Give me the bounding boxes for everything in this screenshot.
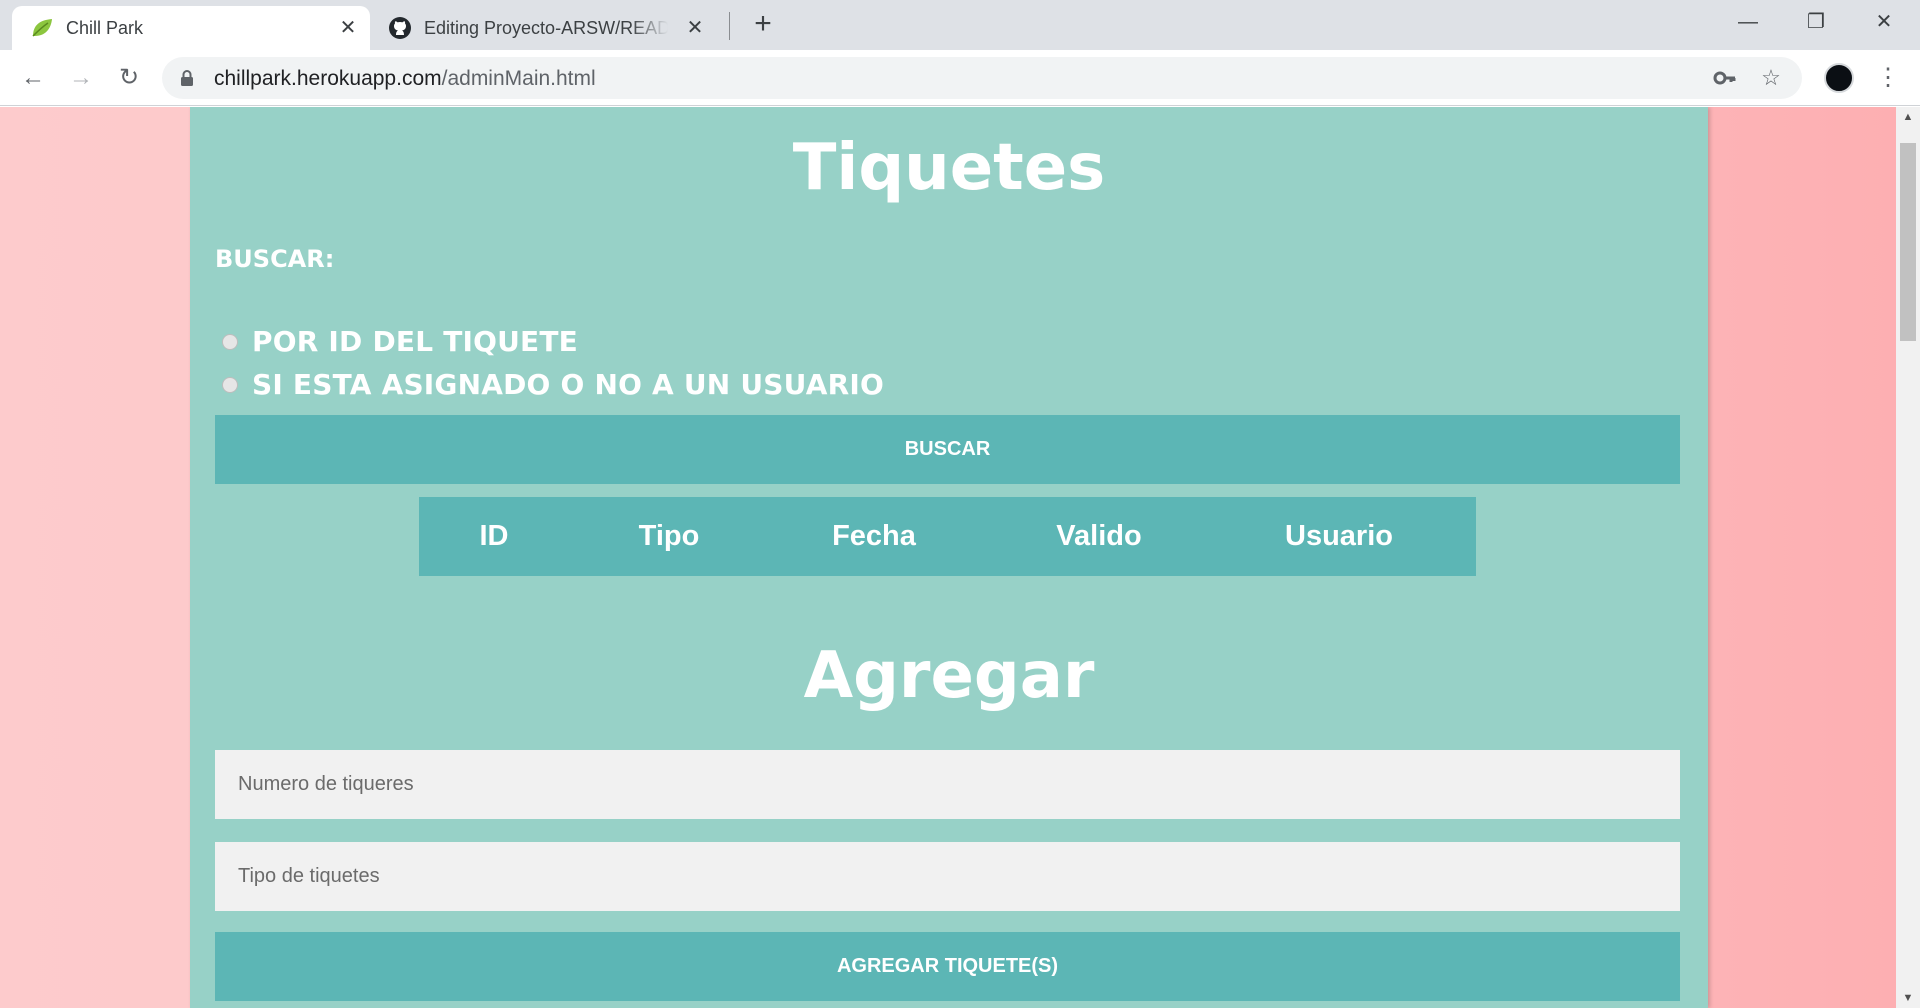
tab-strip: Chill Park ✕ Editing Proyecto-ARSW/READM… [0, 0, 1920, 50]
browser-toolbar: ← → ↻ chillpark.herokuapp.com/adminMain.… [0, 50, 1920, 106]
add-title: Agregar [803, 639, 1095, 713]
ticket-count-input[interactable] [215, 750, 1680, 819]
close-tab-icon[interactable]: ✕ [338, 18, 358, 38]
url-text: chillpark.herokuapp.com/adminMain.html [214, 67, 596, 91]
url-host: chillpark.herokuapp.com [214, 67, 442, 90]
radio-button[interactable] [222, 333, 238, 350]
minimize-icon[interactable]: — [1718, 4, 1778, 40]
scroll-down-arrow-icon[interactable]: ▼ [1902, 992, 1914, 1004]
new-tab-button[interactable]: + [748, 9, 778, 40]
tab-title: Chill Park [66, 18, 144, 38]
page-viewport: Tiquetes BUSCAR: POR ID DEL TIQUETE SI E… [0, 107, 1896, 1008]
column-header-valido: Valido [1056, 520, 1142, 552]
ticket-type-input[interactable] [215, 842, 1680, 911]
tab-github-readme[interactable]: Editing Proyecto-ARSW/README.md ✕ [380, 6, 720, 50]
column-header-usuario: Usuario [1285, 520, 1393, 552]
leaf-icon [32, 19, 52, 37]
tickets-table-header: ID Tipo Fecha Valido Usuario [419, 497, 1476, 576]
close-window-icon[interactable]: ✕ [1854, 4, 1914, 40]
column-header-tipo: Tipo [638, 520, 700, 552]
scroll-up-arrow-icon[interactable]: ▲ [1902, 111, 1914, 123]
scrollbar-thumb[interactable] [1900, 143, 1916, 341]
address-bar[interactable]: chillpark.herokuapp.com/adminMain.html ☆ [162, 57, 1802, 99]
menu-dots-icon[interactable]: ⋮ [1876, 62, 1900, 94]
github-icon [389, 17, 411, 39]
back-arrow-icon[interactable]: ← [16, 61, 50, 95]
forward-arrow-icon[interactable]: → [64, 61, 98, 95]
restore-icon[interactable]: ❐ [1786, 4, 1846, 40]
bookmark-star-icon[interactable]: ☆ [1758, 65, 1784, 91]
key-icon[interactable] [1712, 65, 1738, 91]
profile-avatar[interactable] [1824, 63, 1854, 93]
reload-icon[interactable]: ↻ [112, 61, 146, 95]
tickets-title: Tiquetes [792, 131, 1106, 205]
radio-button[interactable] [222, 376, 238, 393]
search-button[interactable]: BUSCAR [215, 415, 1680, 484]
tab-title: Editing Proyecto-ARSW/README.md [424, 18, 668, 38]
tab-chill-park[interactable]: Chill Park ✕ [12, 6, 370, 50]
admin-panel: Tiquetes BUSCAR: POR ID DEL TIQUETE SI E… [190, 107, 1708, 1008]
radio-option-by-user[interactable]: SI ESTA ASIGNADO O NO A UN USUARIO [222, 368, 884, 401]
lock-icon [181, 70, 193, 86]
column-header-fecha: Fecha [832, 520, 916, 552]
tab-divider [729, 12, 730, 40]
column-header-id: ID [479, 520, 509, 552]
page-scrollbar[interactable]: ▲ ▼ [1896, 107, 1920, 1008]
radio-label: POR ID DEL TIQUETE [252, 325, 579, 358]
search-label: BUSCAR: [215, 245, 335, 273]
add-tickets-button[interactable]: AGREGAR TIQUETE(S) [215, 932, 1680, 1001]
radio-label: SI ESTA ASIGNADO O NO A UN USUARIO [252, 368, 885, 401]
url-path: /adminMain.html [441, 67, 596, 90]
radio-option-by-id[interactable]: POR ID DEL TIQUETE [222, 325, 578, 358]
close-tab-icon[interactable]: ✕ [685, 18, 705, 38]
